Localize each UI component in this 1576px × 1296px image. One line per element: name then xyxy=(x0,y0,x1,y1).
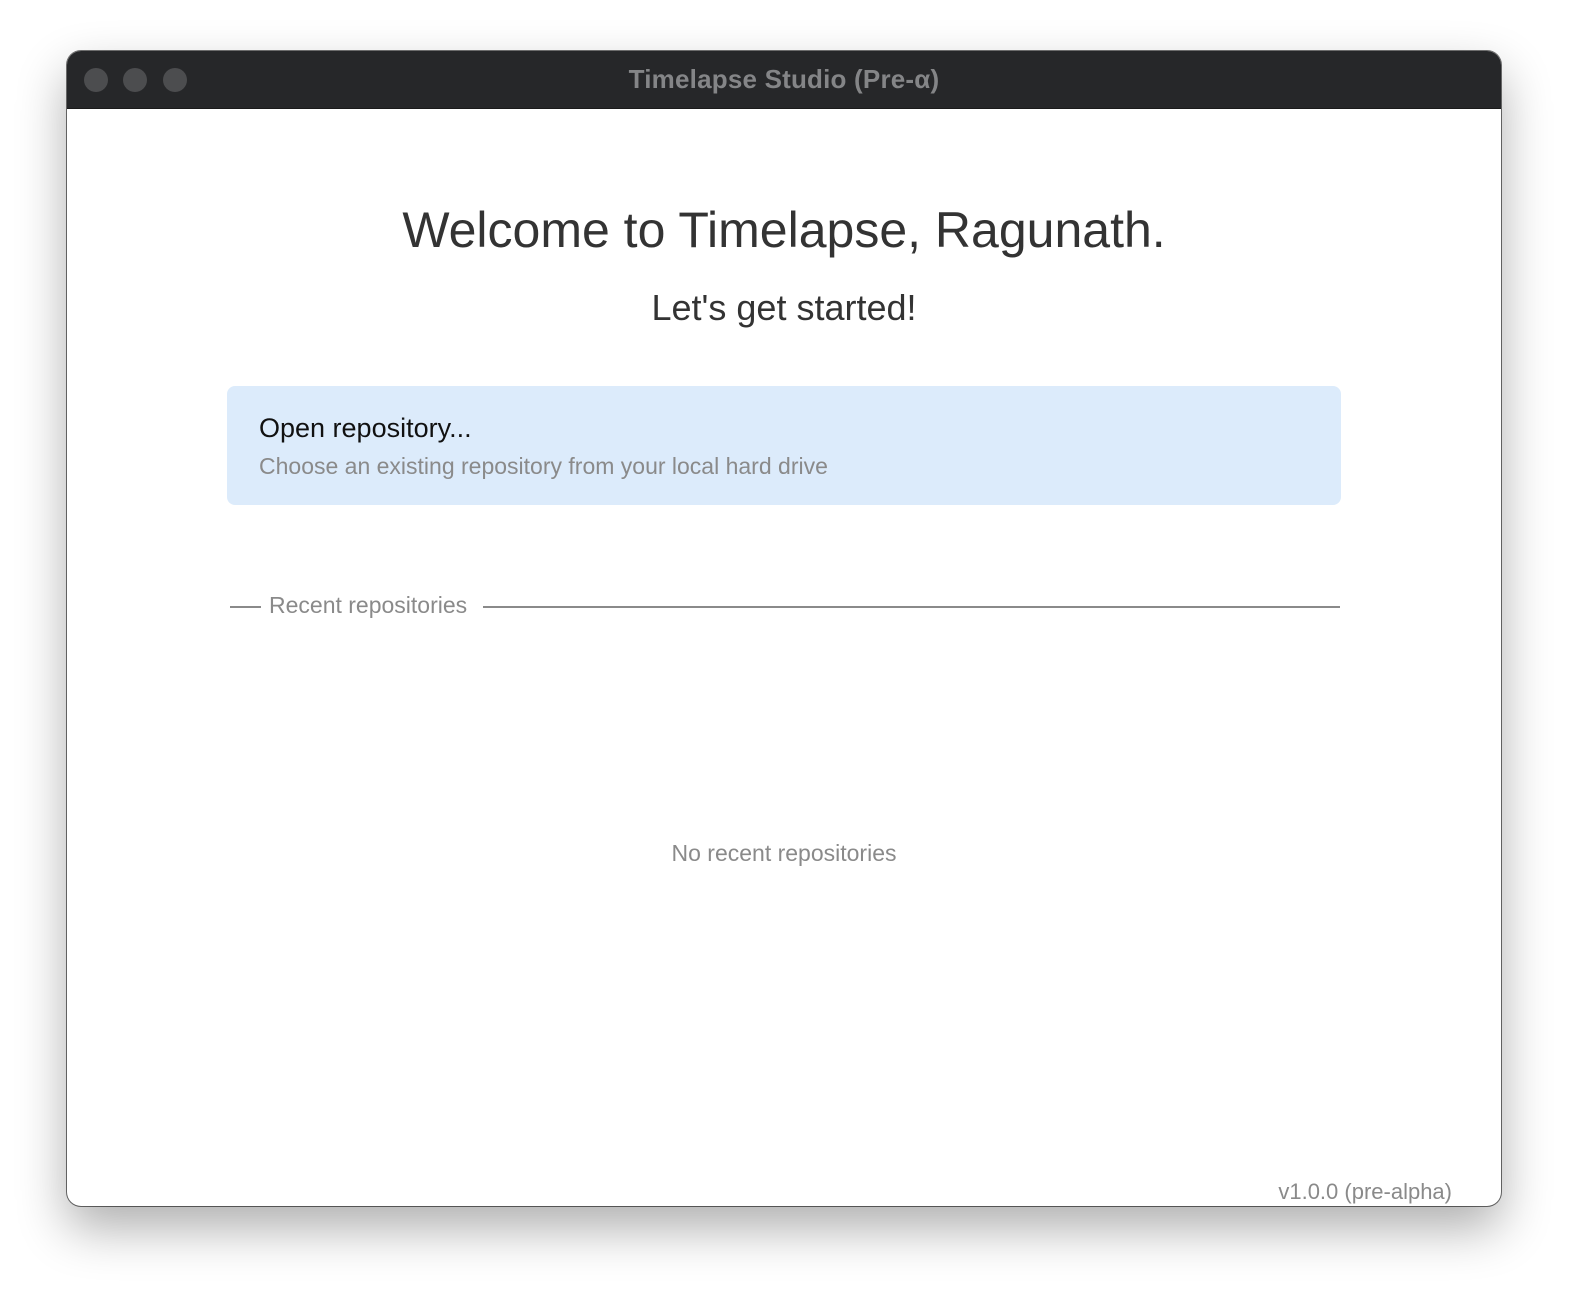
version-label: v1.0.0 (pre-alpha) xyxy=(1278,1179,1452,1204)
welcome-heading: Welcome to Timelapse, Ragunath. xyxy=(402,202,1166,258)
recent-repositories-empty-message: No recent repositories xyxy=(671,840,897,866)
title-bar[interactable]: Timelapse Studio (Pre-α) xyxy=(67,51,1501,109)
open-repository-description: Choose an existing repository from your … xyxy=(259,453,828,479)
recent-repositories-label: Recent repositories xyxy=(269,592,468,618)
welcome-subheading: Let's get started! xyxy=(651,287,917,328)
divider-line-left xyxy=(230,606,261,608)
open-repository-button[interactable]: Open repository... Choose an existing re… xyxy=(227,386,1341,505)
divider-line-right xyxy=(483,606,1340,608)
window-title: Timelapse Studio (Pre-α) xyxy=(628,64,940,94)
app-window: Timelapse Studio (Pre-α) Welcome to Time… xyxy=(67,51,1501,1206)
recent-repositories-divider: Recent repositories xyxy=(230,592,1340,622)
welcome-screen: Welcome to Timelapse, Ragunath. Let's ge… xyxy=(67,109,1501,1206)
open-repository-title: Open repository... xyxy=(259,413,472,443)
